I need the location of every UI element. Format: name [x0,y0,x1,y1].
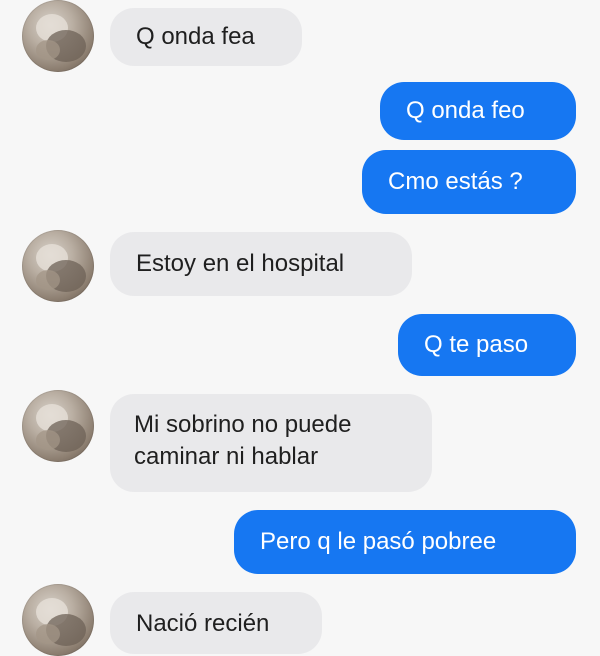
message-text: Pero q le pasó pobree [260,528,497,555]
contact-avatar-icon[interactable] [22,230,94,302]
message-text: Cmo estás ? [388,168,523,195]
message-text: Q onda fea [136,23,255,50]
contact-avatar-icon[interactable] [22,0,94,72]
contact-avatar-icon[interactable] [22,390,94,462]
message-text-line-2: caminar ni hablar [134,443,319,470]
message-bubble-incoming[interactable]: Estoy en el hospital [110,232,412,296]
message-bubble-incoming[interactable]: Mi sobrino no puede caminar ni hablar [110,394,432,492]
message-bubble-outgoing[interactable]: Pero q le pasó pobree [234,510,576,574]
message-text-line-1: Mi sobrino no puede [134,411,352,438]
avatar-photo [36,244,86,292]
chat-thread: Q onda fea Q onda feo Cmo estás ? Estoy … [0,0,600,656]
contact-avatar-icon[interactable] [22,584,94,656]
message-bubble-outgoing[interactable]: Q onda feo [380,82,576,140]
message-bubble-incoming[interactable]: Q onda fea [110,8,302,66]
message-text: Q onda feo [406,97,525,124]
message-text: Estoy en el hospital [136,250,345,277]
avatar-photo [36,404,86,452]
message-text: Nació recién [136,610,270,637]
message-bubble-outgoing[interactable]: Cmo estás ? [362,150,576,214]
message-text: Q te paso [424,331,529,358]
message-bubble-outgoing[interactable]: Q te paso [398,314,576,376]
avatar-photo [36,598,86,646]
message-bubble-incoming[interactable]: Nació recién [110,592,322,654]
avatar-photo [36,14,86,62]
